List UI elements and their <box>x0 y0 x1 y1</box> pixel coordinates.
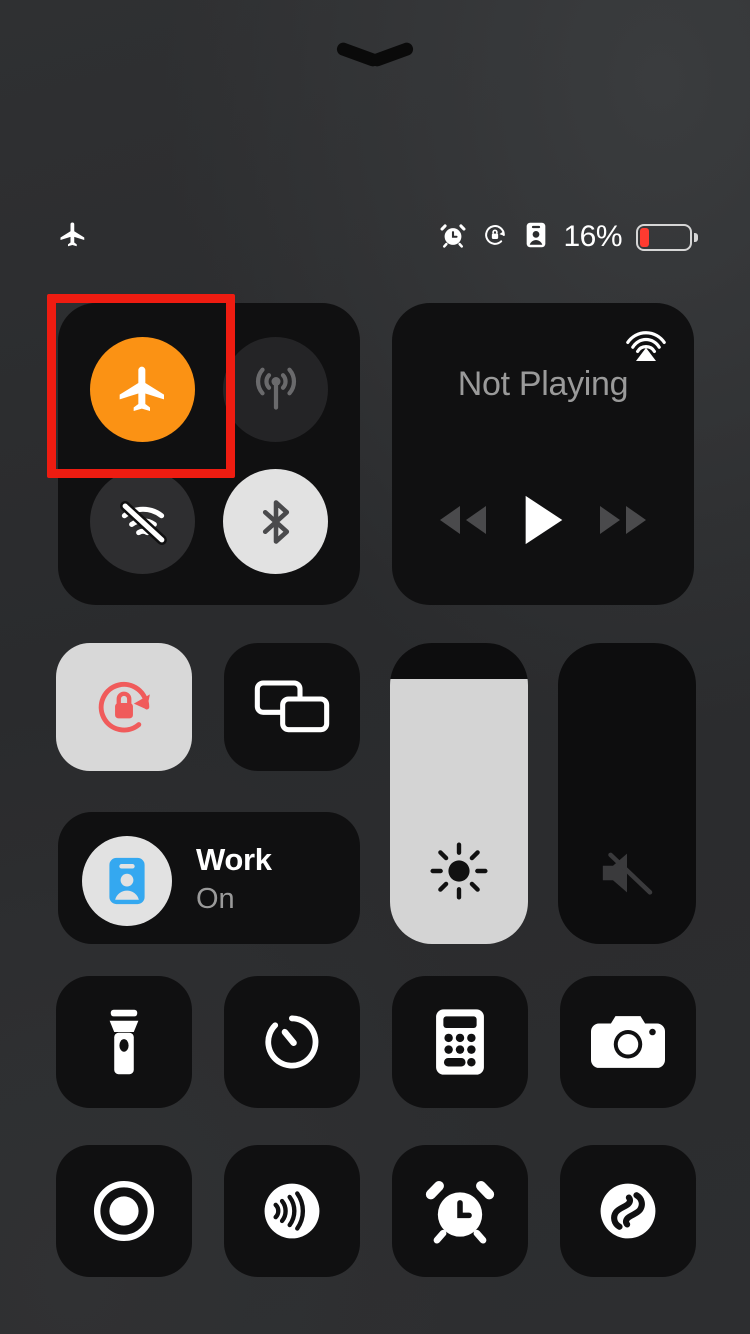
brightness-level-fill <box>390 679 528 944</box>
alarm-button[interactable] <box>392 1145 528 1277</box>
airplane-mode-toggle[interactable] <box>90 337 195 442</box>
media-module[interactable]: Not Playing <box>392 303 694 605</box>
alarm-clock-icon <box>392 1145 528 1277</box>
volume-slider[interactable] <box>558 643 696 944</box>
screen-mirroring-toggle[interactable] <box>224 643 360 771</box>
screen-mirroring-icon <box>224 643 360 771</box>
cellular-antenna-icon <box>255 367 296 410</box>
bluetooth-icon <box>262 499 289 544</box>
flashlight-icon <box>56 976 192 1108</box>
media-transport <box>392 493 694 552</box>
wifi-toggle[interactable] <box>90 469 195 574</box>
focus-status: On <box>196 883 235 915</box>
rotation-lock-toggle[interactable] <box>56 643 192 771</box>
media-title: Not Playing <box>457 365 629 403</box>
play-button[interactable] <box>519 493 567 552</box>
nfc-reader-button[interactable] <box>224 1145 360 1277</box>
camera-icon <box>560 976 696 1108</box>
cellular-data-toggle[interactable] <box>223 337 328 442</box>
focus-tile[interactable]: Work On <box>58 812 360 944</box>
calculator-icon <box>392 976 528 1108</box>
focus-badge-icon <box>82 836 172 926</box>
brightness-sun-icon <box>390 840 528 902</box>
fast-forward-button[interactable] <box>596 500 652 545</box>
bluetooth-toggle[interactable] <box>223 469 328 574</box>
timer-icon <box>224 976 360 1108</box>
timer-button[interactable] <box>224 976 360 1108</box>
screen-record-icon <box>56 1145 192 1277</box>
control-center-grid: Not Playing Work On <box>0 0 750 1334</box>
rotation-lock-icon <box>56 643 192 771</box>
screen-record-button[interactable] <box>56 1145 192 1277</box>
shazam-button[interactable] <box>560 1145 696 1277</box>
wifi-slash-icon <box>119 500 167 545</box>
calculator-button[interactable] <box>392 976 528 1108</box>
airplane-icon <box>119 366 164 411</box>
focus-title: Work <box>196 842 272 877</box>
focus-text: Work On <box>196 840 272 918</box>
camera-button[interactable] <box>560 976 696 1108</box>
volume-mute-icon <box>558 844 696 902</box>
brightness-slider[interactable] <box>390 643 528 944</box>
rewind-button[interactable] <box>434 500 490 545</box>
shazam-icon <box>560 1145 696 1277</box>
connectivity-module <box>58 303 360 605</box>
flashlight-button[interactable] <box>56 976 192 1108</box>
nfc-contactless-icon <box>224 1145 360 1277</box>
